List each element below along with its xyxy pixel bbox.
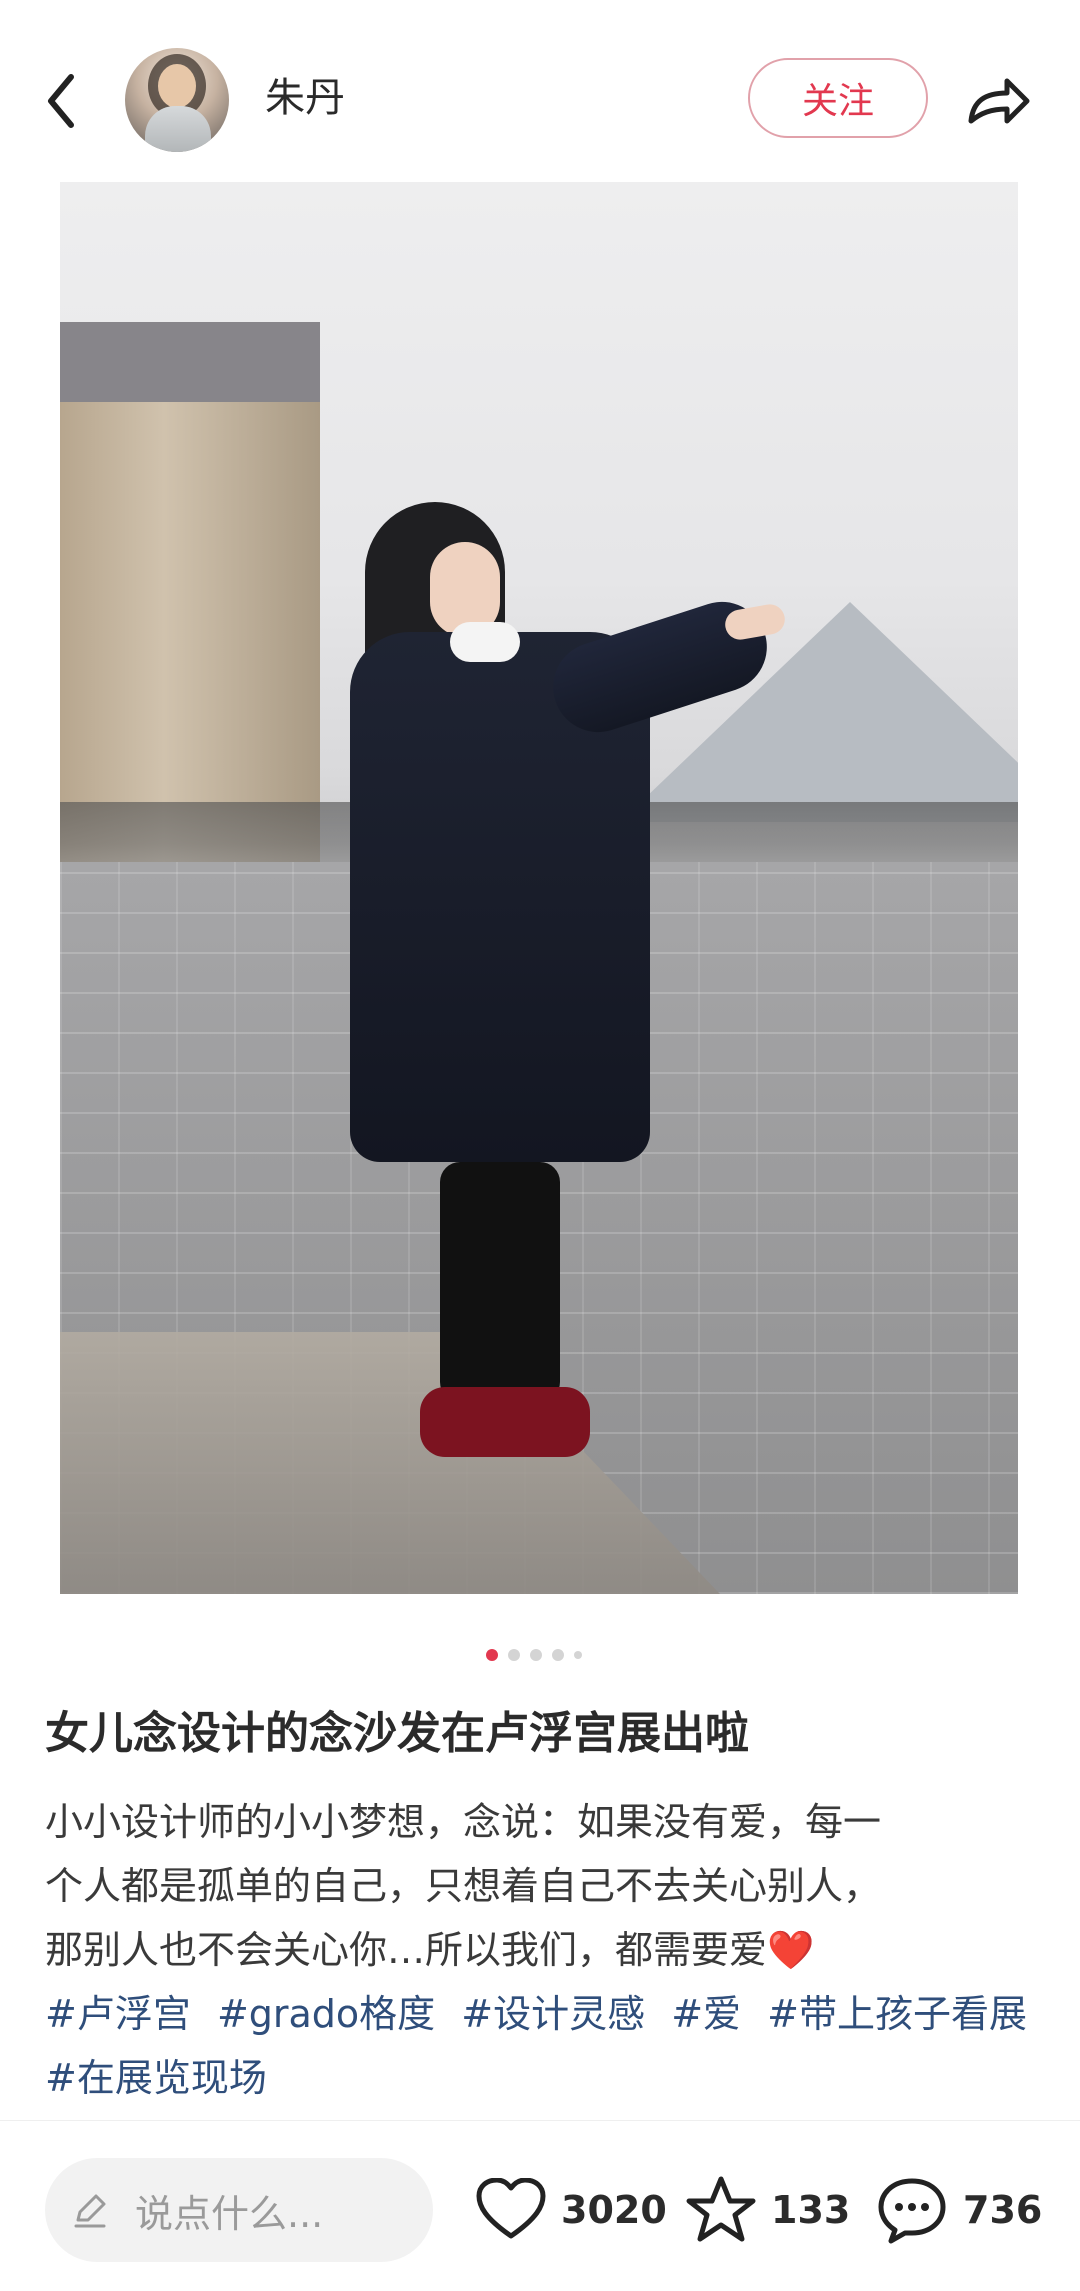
photo-girl: [280, 472, 788, 1472]
post-body-line: 个人都是孤单的自己，只想着自己不去关心别人，: [45, 1864, 882, 1908]
tag-link[interactable]: #在展览现场: [45, 2056, 267, 2100]
tag-link[interactable]: #卢浮宫: [45, 1992, 191, 2036]
like-button[interactable]: 3020: [475, 2175, 667, 2245]
chevron-left-icon: [48, 74, 74, 128]
tag-link[interactable]: #带上孩子看展: [767, 1992, 1027, 2036]
favorite-button[interactable]: 133: [685, 2175, 850, 2245]
favorite-count: 133: [771, 2188, 851, 2232]
avatar[interactable]: [125, 48, 229, 152]
like-count: 3020: [561, 2188, 667, 2232]
follow-button[interactable]: 关注: [748, 58, 928, 138]
pager-dot: [574, 1651, 582, 1659]
tag-link[interactable]: #爱: [671, 1992, 741, 2036]
girl-legs: [440, 1162, 560, 1402]
girl-shoes: [420, 1387, 590, 1457]
star-icon: [686, 2176, 756, 2242]
top-header: 朱丹 关注: [0, 0, 1080, 180]
comment-placeholder: 说点什么...: [135, 2191, 324, 2236]
avatar-head: [158, 64, 196, 108]
share-arrow-icon: [968, 78, 1030, 124]
post-body-line: 小小设计师的小小梦想，念说：如果没有爱，每一: [45, 1800, 882, 1844]
back-button[interactable]: [30, 58, 92, 144]
heart-icon: [476, 2178, 546, 2239]
post-body-line: 那别人也不会关心你…所以我们，都需要爱❤️: [45, 1918, 1045, 1982]
post-tags: #卢浮宫 #grado格度 #设计灵感 #爱 #带上孩子看展 #在展览现场: [45, 1982, 1045, 2110]
pager-dot: [552, 1649, 564, 1661]
image-pager: [486, 1648, 582, 1662]
post-body-text: 那别人也不会关心你…所以我们，都需要爱: [45, 1928, 768, 1972]
tag-link[interactable]: #grado格度: [217, 1992, 435, 2036]
comment-count: 736: [963, 2188, 1043, 2232]
post-title: 女儿念设计的念沙发在卢浮宫展出啦: [45, 1708, 749, 1759]
avatar-body: [145, 106, 211, 152]
bottom-action-bar: 说点什么... 3020 133 736: [0, 2120, 1080, 2291]
pager-dot-active: [486, 1649, 498, 1661]
post-photo[interactable]: [60, 182, 1018, 1594]
pencil-icon: [45, 2190, 135, 2230]
heart-emoji-icon: ❤️: [767, 1928, 815, 1972]
chat-bubble-icon: [878, 2178, 946, 2244]
girl-collar: [450, 622, 520, 662]
tag-link[interactable]: #设计灵感: [461, 1992, 645, 2036]
pager-dot: [530, 1649, 542, 1661]
share-button[interactable]: [958, 62, 1038, 140]
comments-button[interactable]: 736: [875, 2175, 1042, 2245]
pager-dot: [508, 1649, 520, 1661]
post-body: 小小设计师的小小梦想，念说：如果没有爱，每一 个人都是孤单的自己，只想着自己不去…: [45, 1790, 1045, 1982]
username[interactable]: 朱丹: [265, 70, 345, 126]
comment-input[interactable]: 说点什么...: [45, 2158, 433, 2262]
